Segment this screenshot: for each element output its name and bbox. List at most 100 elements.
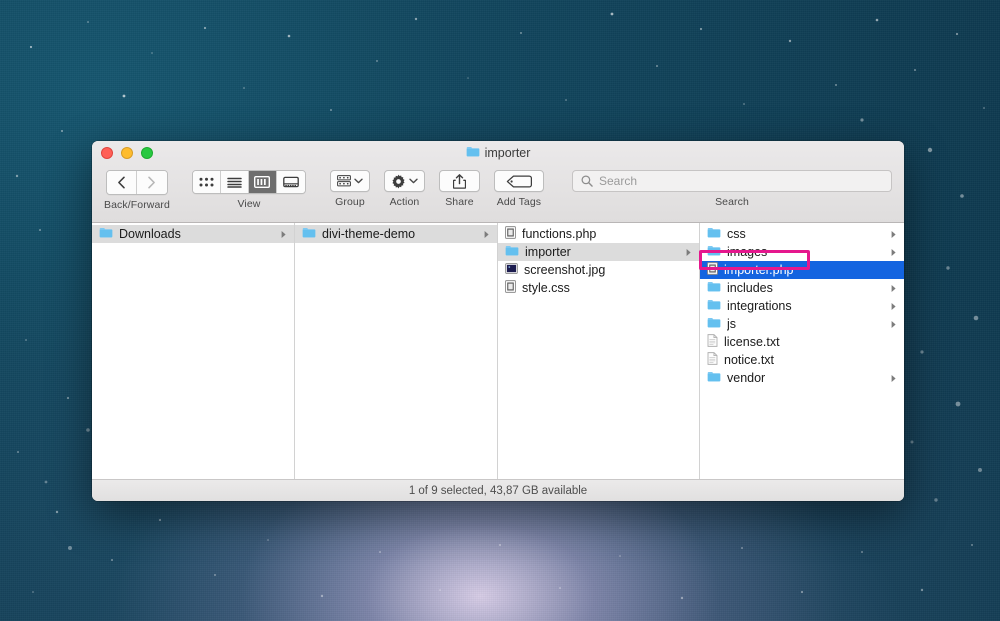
toolbar-group-search: Search Search <box>572 165 892 208</box>
icon-view-button[interactable] <box>192 171 221 193</box>
image-file-icon <box>505 263 518 277</box>
title-bar[interactable]: importer <box>92 141 904 165</box>
gallery-icon <box>283 176 299 188</box>
folder-icon <box>707 317 721 331</box>
search-icon <box>581 175 593 187</box>
group-label: Group <box>335 196 365 208</box>
group-button[interactable] <box>329 170 370 192</box>
list-item[interactable]: functions.php <box>498 225 699 243</box>
list-item[interactable]: includes <box>700 279 904 297</box>
chevron-left-icon <box>118 176 125 189</box>
css-file-icon <box>505 280 516 296</box>
list-item-label: notice.txt <box>724 353 775 367</box>
window-title-text: importer <box>484 146 531 160</box>
list-item-label: css <box>727 227 746 241</box>
column-theme-contents[interactable]: functions.php importer screenshot.jpg st… <box>498 223 700 479</box>
toolbar[interactable]: Back/Forward View Group Action Share Add… <box>92 165 904 222</box>
list-item-label: importer.php <box>724 263 794 277</box>
list-item[interactable]: css <box>700 225 904 243</box>
list-item[interactable]: license.txt <box>700 333 904 351</box>
finder-window[interactable]: importer Back/Forward View Group Action … <box>92 141 904 501</box>
list-item-label: js <box>727 317 737 331</box>
status-bar: 1 of 9 selected, 43,87 GB available <box>92 479 904 501</box>
action-button[interactable] <box>383 170 425 192</box>
folder-icon <box>707 245 721 259</box>
list-item-label: images <box>727 245 768 259</box>
columns-icon <box>254 176 271 188</box>
chevron-right-icon <box>686 248 691 256</box>
column-downloads[interactable]: Downloads <box>92 223 295 479</box>
list-item-label: style.css <box>522 281 570 295</box>
php-file-icon <box>707 262 718 278</box>
chevron-right-icon <box>891 374 896 382</box>
text-file-icon <box>707 334 718 350</box>
chevron-right-icon <box>891 302 896 310</box>
folder-icon <box>707 281 721 295</box>
list-item[interactable]: integrations <box>700 297 904 315</box>
forward-button[interactable] <box>136 171 167 194</box>
status-text: 1 of 9 selected, 43,87 GB available <box>408 484 588 497</box>
tag-icon <box>506 174 532 188</box>
chevron-down-icon <box>409 178 418 184</box>
list-icon <box>227 177 242 188</box>
php-file-icon <box>505 226 516 242</box>
vertical-scrollbar[interactable] <box>901 223 904 479</box>
add-tags-label: Add Tags <box>496 196 542 208</box>
list-item-label: Downloads <box>119 227 181 241</box>
list-item-label: includes <box>727 281 773 295</box>
toolbar-group-navigation: Back/Forward <box>104 165 170 211</box>
list-view-button[interactable] <box>220 171 249 193</box>
share-label: Share <box>445 196 474 208</box>
toolbar-group-share: Share <box>438 165 480 208</box>
list-item-label: divi-theme-demo <box>322 227 416 241</box>
list-item[interactable]: divi-theme-demo <box>295 225 497 243</box>
search-input[interactable]: Search <box>572 170 892 192</box>
group-icon <box>337 175 351 187</box>
list-item[interactable]: js <box>700 315 904 333</box>
search-placeholder: Search <box>599 174 638 188</box>
gallery-view-button[interactable] <box>276 171 305 193</box>
list-item[interactable]: importer <box>498 243 699 261</box>
column-view-button[interactable] <box>248 171 277 193</box>
list-item-label: screenshot.jpg <box>524 263 606 277</box>
gear-icon <box>392 174 405 188</box>
chevron-right-icon <box>281 230 286 238</box>
chevron-down-icon <box>354 178 363 184</box>
list-item[interactable]: Downloads <box>92 225 294 243</box>
column-browser[interactable]: Downloads divi-theme-demo functions.php … <box>92 223 904 479</box>
list-item[interactable]: notice.txt <box>700 351 904 369</box>
nav-segmented-control[interactable] <box>105 170 168 195</box>
chevron-right-icon <box>891 320 896 328</box>
search-label: Search <box>715 196 749 208</box>
list-item-selected[interactable]: importer.php <box>700 261 904 279</box>
grid-icon <box>199 177 214 186</box>
text-file-icon <box>707 352 718 368</box>
folder-icon <box>707 227 721 241</box>
folder-icon <box>302 227 316 241</box>
toolbar-group-group: Group <box>329 165 370 208</box>
list-item[interactable]: screenshot.jpg <box>498 261 699 279</box>
back-button[interactable] <box>106 171 137 194</box>
list-item[interactable]: images <box>700 243 904 261</box>
list-item-label: vendor <box>727 371 766 385</box>
chevron-right-icon <box>891 284 896 292</box>
list-item[interactable]: style.css <box>498 279 699 297</box>
view-segmented-control[interactable] <box>191 170 306 194</box>
column-divi-theme-demo[interactable]: divi-theme-demo <box>295 223 498 479</box>
chevron-right-icon <box>891 230 896 238</box>
window-title: importer <box>92 146 904 160</box>
folder-icon <box>99 227 113 241</box>
share-button[interactable] <box>438 170 480 192</box>
add-tags-button[interactable] <box>493 170 544 192</box>
toolbar-group-action: Action <box>383 165 425 208</box>
window-chrome: importer Back/Forward View Group Action … <box>92 141 904 223</box>
folder-icon <box>466 146 480 160</box>
list-item[interactable]: vendor <box>700 369 904 387</box>
list-item-label: license.txt <box>724 335 780 349</box>
action-label: Action <box>389 196 420 208</box>
column-importer-contents[interactable]: css images importer.php includes integra… <box>700 223 904 479</box>
folder-icon <box>707 371 721 385</box>
chevron-right-icon <box>148 176 156 189</box>
list-item-label: importer <box>525 245 571 259</box>
share-icon <box>452 173 466 189</box>
